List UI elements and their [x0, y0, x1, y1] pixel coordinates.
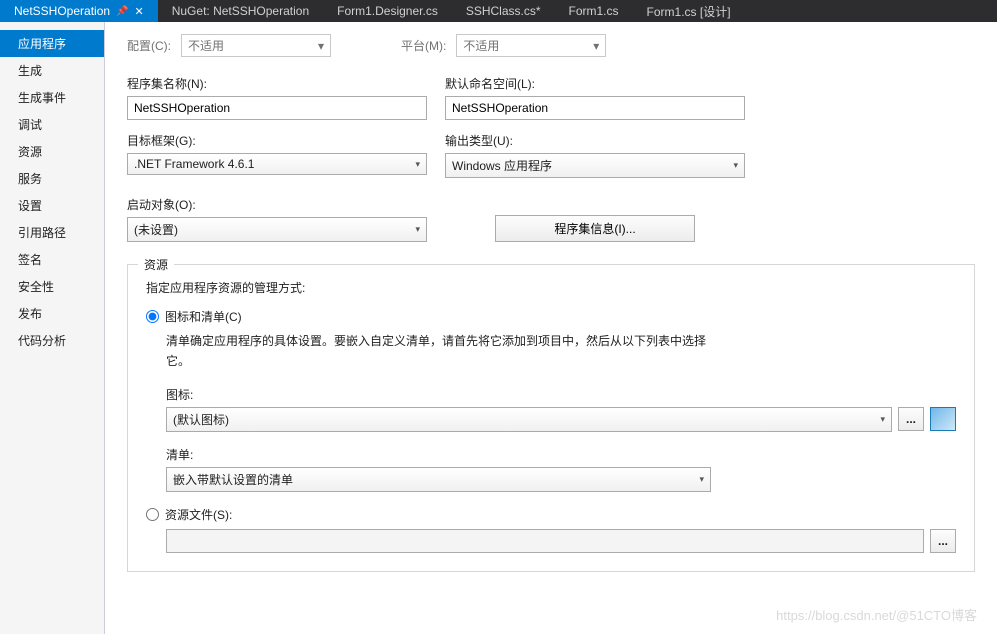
application-page: 配置(C): 不适用 ▾ 平台(M): 不适用 ▾ 程序集名称(N): 默认命名… — [105, 22, 997, 634]
tab-sshclass[interactable]: SSHClass.cs* — [452, 0, 555, 22]
icon-preview — [930, 407, 956, 431]
manifest-select[interactable]: 嵌入带默认设置的清单 ▾ — [166, 467, 711, 492]
target-framework-label: 目标框架(G): — [127, 132, 427, 149]
chevron-down-icon: ▾ — [318, 39, 324, 53]
assembly-name-input[interactable] — [127, 96, 427, 120]
icon-label: 图标: — [166, 386, 956, 403]
document-tabs: NetSSHOperation 📌 ✕ NuGet: NetSSHOperati… — [0, 0, 997, 22]
config-label: 配置(C): — [127, 37, 171, 54]
resources-group-title: 资源 — [138, 256, 174, 273]
tab-form1-design[interactable]: Form1.cs [设计] — [633, 0, 745, 22]
chevron-down-icon: ▾ — [415, 224, 420, 235]
icon-select[interactable]: (默认图标) ▾ — [166, 407, 892, 432]
tab-nuget[interactable]: NuGet: NetSSHOperation — [158, 0, 323, 22]
tab-form1-designer[interactable]: Form1.Designer.cs — [323, 0, 452, 22]
startup-object-label: 启动对象(O): — [127, 196, 427, 213]
resource-file-browse-button[interactable]: ... — [930, 529, 956, 553]
startup-object-select[interactable]: (未设置) ▾ — [127, 217, 427, 242]
default-namespace-label: 默认命名空间(L): — [445, 75, 745, 92]
chevron-down-icon: ▾ — [733, 160, 738, 171]
config-platform-row: 配置(C): 不适用 ▾ 平台(M): 不适用 ▾ — [127, 34, 975, 57]
assembly-name-label: 程序集名称(N): — [127, 75, 427, 92]
tab-label: NetSSHOperation — [14, 4, 110, 18]
sidebar-item-debug[interactable]: 调试 — [0, 111, 104, 138]
sidebar-item-resources[interactable]: 资源 — [0, 138, 104, 165]
icon-manifest-radio-label: 图标和清单(C) — [165, 308, 242, 325]
tab-project-properties[interactable]: NetSSHOperation 📌 ✕ — [0, 0, 158, 22]
sidebar-item-publish[interactable]: 发布 — [0, 300, 104, 327]
tab-form1-cs[interactable]: Form1.cs — [555, 0, 633, 22]
manifest-label: 清单: — [166, 446, 956, 463]
chevron-down-icon: ▾ — [593, 39, 599, 53]
sidebar-item-signing[interactable]: 签名 — [0, 246, 104, 273]
property-pages-sidebar: 应用程序 生成 生成事件 调试 资源 服务 设置 引用路径 签名 安全性 发布 … — [0, 22, 105, 634]
sidebar-item-application[interactable]: 应用程序 — [0, 30, 104, 57]
sidebar-item-build-events[interactable]: 生成事件 — [0, 84, 104, 111]
icon-manifest-desc: 清单确定应用程序的具体设置。要嵌入自定义清单，请首先将它添加到项目中，然后从以下… — [166, 331, 726, 372]
sidebar-item-settings[interactable]: 设置 — [0, 192, 104, 219]
sidebar-item-build[interactable]: 生成 — [0, 57, 104, 84]
pin-icon: 📌 — [116, 6, 128, 17]
icon-manifest-radio[interactable] — [146, 310, 159, 323]
close-icon[interactable]: ✕ — [135, 5, 144, 18]
platform-select: 不适用 ▾ — [456, 34, 606, 57]
resources-group: 资源 指定应用程序资源的管理方式: 图标和清单(C) 清单确定应用程序的具体设置… — [127, 264, 975, 572]
sidebar-item-reference-paths[interactable]: 引用路径 — [0, 219, 104, 246]
assembly-info-button[interactable]: 程序集信息(I)... — [495, 215, 695, 242]
resource-file-radio[interactable] — [146, 508, 159, 521]
sidebar-item-security[interactable]: 安全性 — [0, 273, 104, 300]
output-type-label: 输出类型(U): — [445, 132, 745, 149]
platform-label: 平台(M): — [401, 37, 446, 54]
resource-file-radio-label: 资源文件(S): — [165, 506, 232, 523]
output-type-select[interactable]: Windows 应用程序 ▾ — [445, 153, 745, 178]
icon-browse-button[interactable]: ... — [898, 407, 924, 431]
sidebar-item-services[interactable]: 服务 — [0, 165, 104, 192]
chevron-down-icon: ▾ — [699, 474, 704, 485]
sidebar-item-code-analysis[interactable]: 代码分析 — [0, 327, 104, 354]
chevron-down-icon: ▾ — [415, 159, 420, 170]
resource-file-input — [166, 529, 924, 553]
default-namespace-input[interactable] — [445, 96, 745, 120]
resources-desc: 指定应用程序资源的管理方式: — [146, 279, 956, 296]
target-framework-select[interactable]: .NET Framework 4.6.1 ▾ — [127, 153, 427, 175]
chevron-down-icon: ▾ — [880, 414, 885, 425]
config-select: 不适用 ▾ — [181, 34, 331, 57]
